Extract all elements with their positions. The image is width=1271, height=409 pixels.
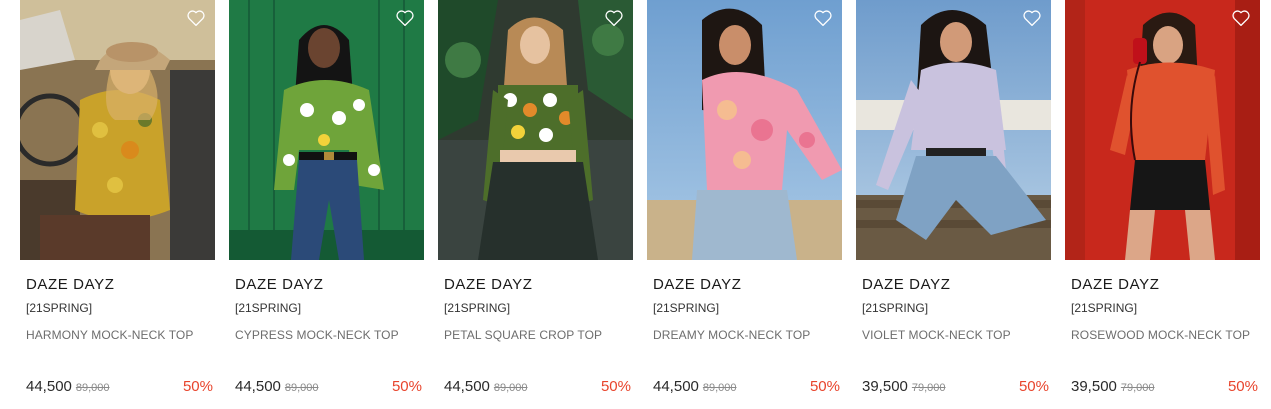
original-price: 89,000	[75, 382, 110, 394]
product-photo[interactable]	[438, 0, 633, 260]
season-tag: [21SPRING]	[26, 301, 93, 315]
sale-price: 39,500 79,000	[1071, 378, 1155, 395]
sale-price: 44,500 89,000	[26, 378, 110, 395]
season-tag: [21SPRING]	[444, 301, 511, 315]
brand-name[interactable]: DAZE DAYZ	[1071, 276, 1159, 293]
product-card[interactable]: DAZE DAYZ [21SPRING] ROSEWOOD MOCK-NECK …	[1065, 0, 1260, 409]
sale-price-value: 44,500	[653, 378, 699, 395]
original-price: 89,000	[284, 382, 319, 394]
brand-name[interactable]: DAZE DAYZ	[26, 276, 114, 293]
sale-price-value: 39,500	[1071, 378, 1117, 395]
heart-icon[interactable]	[186, 9, 206, 27]
product-photo[interactable]	[20, 0, 215, 260]
heart-icon[interactable]	[604, 9, 624, 27]
original-price: 89,000	[702, 382, 737, 394]
brand-name[interactable]: DAZE DAYZ	[653, 276, 741, 293]
sale-price-value: 44,500	[444, 378, 490, 395]
product-grid: DAZE DAYZ [21SPRING] HARMONY MOCK-NECK T…	[0, 0, 1271, 409]
discount-badge: 50%	[809, 378, 840, 395]
product-card[interactable]: DAZE DAYZ [21SPRING] PETAL SQUARE CROP T…	[438, 0, 633, 409]
product-photo[interactable]	[856, 0, 1051, 260]
heart-icon[interactable]	[813, 9, 833, 27]
original-price: 89,000	[493, 382, 528, 394]
product-name[interactable]: DREAMY MOCK-NECK TOP	[653, 328, 810, 342]
brand-name[interactable]: DAZE DAYZ	[444, 276, 532, 293]
sale-price: 39,500 79,000	[862, 378, 946, 395]
heart-icon[interactable]	[1022, 9, 1042, 27]
product-name[interactable]: ROSEWOOD MOCK-NECK TOP	[1071, 328, 1250, 342]
sale-price: 44,500 89,000	[653, 378, 737, 395]
product-card[interactable]: DAZE DAYZ [21SPRING] VIOLET MOCK-NECK TO…	[856, 0, 1051, 409]
product-name[interactable]: VIOLET MOCK-NECK TOP	[862, 328, 1011, 342]
original-price: 79,000	[911, 382, 946, 394]
discount-badge: 50%	[1227, 378, 1258, 395]
sale-price-value: 39,500	[862, 378, 908, 395]
season-tag: [21SPRING]	[862, 301, 929, 315]
discount-badge: 50%	[391, 378, 422, 395]
brand-name[interactable]: DAZE DAYZ	[862, 276, 950, 293]
brand-name[interactable]: DAZE DAYZ	[235, 276, 323, 293]
sale-price-value: 44,500	[235, 378, 281, 395]
product-name[interactable]: CYPRESS MOCK-NECK TOP	[235, 328, 399, 342]
discount-badge: 50%	[1018, 378, 1049, 395]
product-card[interactable]: DAZE DAYZ [21SPRING] DREAMY MOCK-NECK TO…	[647, 0, 842, 409]
discount-badge: 50%	[600, 378, 631, 395]
product-name[interactable]: PETAL SQUARE CROP TOP	[444, 328, 602, 342]
season-tag: [21SPRING]	[235, 301, 302, 315]
sale-price: 44,500 89,000	[235, 378, 319, 395]
discount-badge: 50%	[182, 378, 213, 395]
product-photo[interactable]	[647, 0, 842, 260]
season-tag: [21SPRING]	[653, 301, 720, 315]
original-price: 79,000	[1120, 382, 1155, 394]
heart-icon[interactable]	[1231, 9, 1251, 27]
sale-price-value: 44,500	[26, 378, 72, 395]
product-name[interactable]: HARMONY MOCK-NECK TOP	[26, 328, 193, 342]
product-photo[interactable]	[229, 0, 424, 260]
heart-icon[interactable]	[395, 9, 415, 27]
product-photo[interactable]	[1065, 0, 1260, 260]
sale-price: 44,500 89,000	[444, 378, 528, 395]
product-card[interactable]: DAZE DAYZ [21SPRING] CYPRESS MOCK-NECK T…	[229, 0, 424, 409]
product-card[interactable]: DAZE DAYZ [21SPRING] HARMONY MOCK-NECK T…	[20, 0, 215, 409]
season-tag: [21SPRING]	[1071, 301, 1138, 315]
